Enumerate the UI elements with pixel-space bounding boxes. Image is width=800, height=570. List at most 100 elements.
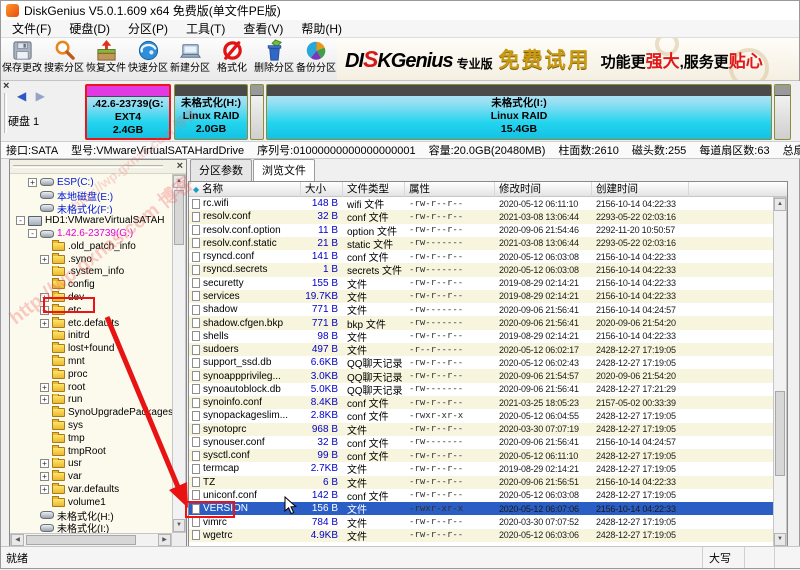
file-row-synopackageslim...[interactable]: synopackageslim...2.8KBconf 文件-rwxr-xr-x… (189, 409, 773, 422)
column-header-0[interactable]: ◆名称 (189, 182, 301, 197)
tree-item-.system_info[interactable]: .system_info (10, 266, 172, 279)
tree-item-E[interactable]: 本地磁盘(E:) (10, 189, 172, 202)
tab-browse-files[interactable]: 浏览文件 (253, 159, 315, 182)
collapse-icon[interactable]: - (28, 229, 37, 238)
column-header-4[interactable]: 修改时间 (495, 182, 592, 197)
expand-icon[interactable]: + (40, 306, 49, 315)
partition-sliver[interactable] (250, 84, 264, 140)
column-header-3[interactable]: 属性 (405, 182, 495, 197)
close-icon[interactable]: × (177, 161, 183, 172)
tree-item-lost+found[interactable]: lost+found (10, 342, 172, 355)
file-row-rsyncd.conf[interactable]: rsyncd.conf141 Bconf 文件-rw-r--r--2020-05… (189, 250, 773, 263)
column-header-5[interactable]: 创建时间 (592, 182, 689, 197)
tree-item-dev[interactable]: +dev (10, 291, 172, 304)
partition-sliver[interactable] (774, 84, 791, 140)
file-row-services[interactable]: services19.7KB文件-rw-r--r--2019-08-29 02:… (189, 290, 773, 303)
tab-partition-params[interactable]: 分区参数 (190, 159, 252, 181)
menu-partition[interactable]: 分区(P) (119, 19, 177, 38)
tree-item-usr[interactable]: +usr (10, 458, 172, 471)
tree-item-SynoUpgradePackages[interactable]: SynoUpgradePackages (10, 406, 172, 419)
toolbar-button-search[interactable]: 搜索分区 (43, 38, 85, 80)
file-row-vimrc[interactable]: vimrc784 B文件-rw-r--r--2020-03-30 07:07:5… (189, 515, 773, 528)
scroll-thumb[interactable] (775, 391, 785, 476)
scroll-down-icon[interactable]: ▼ (774, 533, 786, 546)
file-row-sudoers[interactable]: sudoers497 B文件-r--r-----2020-05-12 06:02… (189, 343, 773, 356)
file-row-shells[interactable]: shells98 B文件-rw-r--r--2019-08-29 02:14:2… (189, 330, 773, 343)
file-row-VERSION[interactable]: VERSION156 B文件-rwxr-xr-x2020-05-12 06:07… (189, 502, 773, 515)
file-row-synotoprc[interactable]: synotoprc968 B文件-rw-r--r--2020-03-30 07:… (189, 423, 773, 436)
tree-item-etc[interactable]: +etc (10, 304, 172, 317)
scroll-left-icon[interactable]: ◀ (11, 534, 24, 546)
file-row-resolv.conf.static[interactable]: resolv.conf.static21 Bstatic 文件-rw------… (189, 237, 773, 250)
toolbar-button-format[interactable]: 格式化 (211, 38, 253, 80)
partition-box[interactable]: 未格式化(H:)Linux RAID2.0GB (174, 84, 248, 140)
expand-icon[interactable]: + (40, 293, 49, 302)
prev-disk-arrow-icon[interactable]: ◀ (17, 89, 29, 103)
file-row-wgetrc[interactable]: wgetrc4.9KB文件-rw-r--r--2020-05-12 06:03:… (189, 529, 773, 542)
column-header-1[interactable]: 大小 (301, 182, 343, 197)
tree-item-volume1[interactable]: volume1 (10, 496, 172, 509)
tree-item-root[interactable]: +root (10, 381, 172, 394)
file-row-TZ[interactable]: TZ6 B文件-rw-r--r--2020-09-06 21:56:512156… (189, 476, 773, 489)
disk-label[interactable]: 硬盘 1 (8, 113, 39, 129)
file-row-rc.wifi[interactable]: rc.wifi148 Bwifi 文件-rw-r--r--2020-05-12 … (189, 197, 773, 210)
file-row-synoinfo.conf[interactable]: synoinfo.conf8.4KBconf 文件-rw-r--r--2021-… (189, 396, 773, 409)
column-header-2[interactable]: 文件类型 (343, 182, 405, 197)
tree-item-config[interactable]: config (10, 278, 172, 291)
file-row-resolv.conf.option[interactable]: resolv.conf.option11 Boption 文件-rw-r--r-… (189, 224, 773, 237)
collapse-icon[interactable]: - (16, 216, 25, 225)
toolbar-button-delete-partition[interactable]: 删除分区 (253, 38, 295, 80)
file-row-synoautoblock.db[interactable]: synoautoblock.db5.0KBQQ聊天记录-rw-------202… (189, 383, 773, 396)
toolbar-button-new-partition[interactable]: 新建分区 (169, 38, 211, 80)
partition-box[interactable]: .42.6-23739(G:EXT42.4GB (85, 84, 171, 140)
promo-banner[interactable]: DISKGenius 专业版 免费试用 功能更强大,服务更贴心 (337, 38, 799, 80)
scroll-thumb[interactable] (26, 535, 136, 545)
sort-indicator-icon[interactable]: ◆ (193, 185, 199, 194)
scroll-right-icon[interactable]: ▶ (158, 534, 171, 546)
expand-icon[interactable]: + (40, 383, 49, 392)
file-row-shadow[interactable]: shadow771 B文件-rw-------2020-09-06 21:56:… (189, 303, 773, 316)
tree-item-proc[interactable]: proc (10, 368, 172, 381)
scroll-down-icon[interactable]: ▼ (173, 519, 185, 532)
tree-item-tmpRoot[interactable]: tmpRoot (10, 445, 172, 458)
tree-item-var.defaults[interactable]: +var.defaults (10, 483, 172, 496)
tree-item-mnt[interactable]: mnt (10, 355, 172, 368)
scroll-up-icon[interactable]: ▲ (173, 175, 185, 188)
tree-item-var[interactable]: +var (10, 470, 172, 483)
file-row-support_ssd.db[interactable]: support_ssd.db6.6KBQQ聊天记录-rw-r--r--2020-… (189, 356, 773, 369)
expand-icon[interactable]: + (40, 472, 49, 481)
menu-file[interactable]: 文件(F) (3, 19, 60, 38)
tree-item-H[interactable]: 未格式化(H:) (10, 509, 172, 522)
file-row-synouser.conf[interactable]: synouser.conf32 Bconf 文件-rw-------2020-0… (189, 436, 773, 449)
tree-item-initrd[interactable]: initrd (10, 330, 172, 343)
table-vertical-scrollbar[interactable]: ▲ ▼ (773, 197, 787, 547)
tree-item-F[interactable]: 未格式化(F:) (10, 202, 172, 215)
file-row-synoappprivileg...[interactable]: synoappprivileg...3.0KBQQ聊天记录-rw-r--r--2… (189, 369, 773, 382)
menu-help[interactable]: 帮助(H) (292, 19, 351, 38)
file-row-securetty[interactable]: securetty155 B文件-rw-r--r--2019-08-29 02:… (189, 277, 773, 290)
scroll-up-icon[interactable]: ▲ (774, 198, 786, 211)
menu-disk[interactable]: 硬盘(D) (60, 19, 119, 38)
expand-icon[interactable]: + (40, 319, 49, 328)
tree-item-HD1VMwareVirtualSATAH[interactable]: -HD1:VMwareVirtualSATAH (10, 214, 172, 227)
expand-icon[interactable]: + (40, 485, 49, 494)
file-row-shadow.cfgen.bkp[interactable]: shadow.cfgen.bkp771 Bbkp 文件-rw-------202… (189, 316, 773, 329)
toolbar-button-backup-partition[interactable]: 备份分区 (295, 38, 337, 80)
file-row-sysctl.conf[interactable]: sysctl.conf99 Bconf 文件-rw-r--r--2020-05-… (189, 449, 773, 462)
expand-icon[interactable]: + (28, 178, 37, 187)
tree-item-etc.defaults[interactable]: +etc.defaults (10, 317, 172, 330)
tree-item-ESPC[interactable]: +ESP(C:) (10, 176, 172, 189)
tree-horizontal-scrollbar[interactable]: ◀ ▶ (10, 533, 172, 547)
file-row-resolv.conf[interactable]: resolv.conf32 Bconf 文件-rw-r--r--2021-03-… (189, 210, 773, 223)
tree-vertical-scrollbar[interactable]: ▲ ▼ (172, 174, 186, 533)
partition-box[interactable]: 未格式化(I:)Linux RAID15.4GB (266, 84, 772, 140)
tree-item-I[interactable]: 未格式化(I:) (10, 522, 172, 533)
tree-item-1.42.6-23739G[interactable]: -1.42.6-23739(G:) (10, 227, 172, 240)
file-row-uniconf.conf[interactable]: uniconf.conf142 Bconf 文件-rw-r--r--2020-0… (189, 489, 773, 502)
scroll-thumb[interactable] (174, 190, 184, 245)
tree-item-run[interactable]: +run (10, 394, 172, 407)
tree-item-.syno[interactable]: +.syno (10, 253, 172, 266)
menu-tools[interactable]: 工具(T) (177, 19, 234, 38)
expand-icon[interactable]: + (40, 255, 49, 264)
tree-item-tmp[interactable]: tmp (10, 432, 172, 445)
